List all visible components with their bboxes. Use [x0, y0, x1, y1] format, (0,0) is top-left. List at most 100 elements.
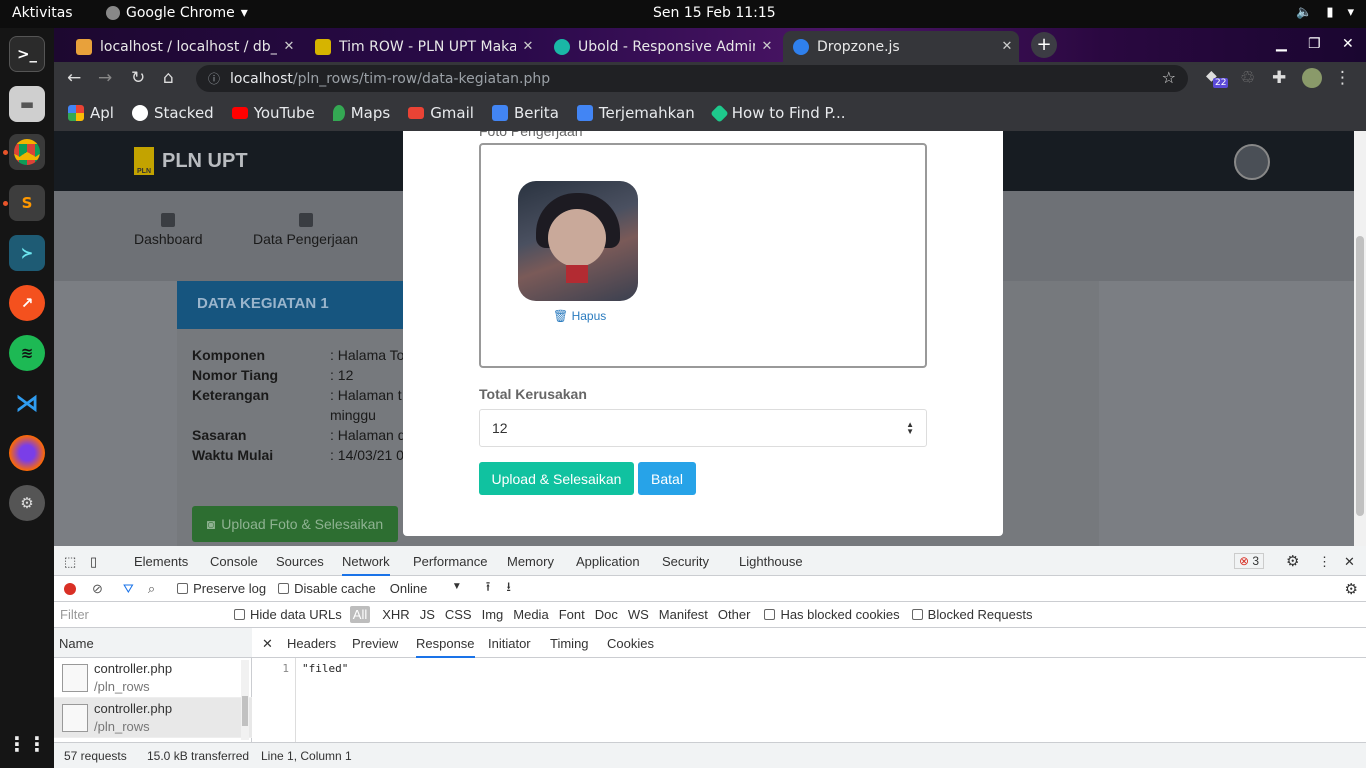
clock[interactable]: Sen 15 Feb 11:15 [653, 5, 776, 21]
maximize-icon[interactable]: ❐ [1308, 36, 1321, 52]
chrome-dock-icon[interactable] [9, 134, 45, 170]
tab-ubold[interactable]: Ubold - Responsive Admin ✕ [544, 31, 779, 62]
remove-photo-link[interactable]: 🗑 Hapus [553, 309, 606, 323]
devtools-tab-elements[interactable]: Elements [134, 554, 188, 569]
disable-cache-checkbox[interactable]: Disable cache [278, 581, 376, 596]
user-avatar[interactable] [1234, 144, 1270, 180]
search-icon[interactable]: ⌕ [148, 581, 155, 597]
type-filter-img[interactable]: Img [482, 607, 504, 622]
devtools-tab-lighthouse[interactable]: Lighthouse [739, 554, 803, 569]
devtools-tab-sources[interactable]: Sources [276, 554, 324, 569]
system-tray[interactable]: 🔈 ▮ ▾ [1296, 5, 1354, 20]
devtools-settings-icon[interactable]: ⚙ [1286, 552, 1299, 570]
clear-icon[interactable]: ⊘ [92, 581, 103, 597]
forward-icon[interactable]: → [98, 68, 112, 88]
number-spinner-icon[interactable]: ▲ ▼ [906, 421, 914, 436]
minimize-icon[interactable]: ▁ [1276, 36, 1287, 52]
sublime-text-icon[interactable]: S [9, 185, 45, 221]
bookmark-star-icon[interactable]: ☆ [1162, 68, 1176, 87]
request-list-scrollbar[interactable] [241, 660, 249, 740]
menu-dashboard[interactable]: Dashboard [134, 213, 203, 247]
type-filter-js[interactable]: JS [420, 607, 435, 622]
detail-tab-timing[interactable]: Timing [550, 636, 589, 651]
back-icon[interactable]: ← [67, 68, 81, 88]
type-filter-ws[interactable]: WS [628, 607, 649, 622]
type-filter-font[interactable]: Font [559, 607, 585, 622]
home-icon[interactable]: ⌂ [163, 68, 174, 88]
request-row-selected[interactable]: controller.php/pln_rows [54, 698, 252, 738]
extension-icon[interactable]: ◆ 22 [1206, 68, 1229, 88]
menu-data-pengerjaan[interactable]: Data Pengerjaan [253, 213, 358, 247]
upload-submit-button[interactable]: Upload & Selesaikan [479, 462, 634, 495]
type-filter-css[interactable]: CSS [445, 607, 472, 622]
devtools-tab-security[interactable]: Security [662, 554, 709, 569]
close-detail-icon[interactable]: ✕ [262, 636, 273, 652]
spotify-icon[interactable]: ≋ [9, 335, 45, 371]
type-filter-all[interactable]: All [349, 606, 371, 623]
total-kerusakan-input[interactable]: 12 ▲ ▼ [479, 409, 927, 447]
export-har-icon[interactable]: ⭳ [506, 578, 511, 600]
close-tab-icon[interactable]: ✕ [995, 39, 1019, 54]
terminal-icon[interactable]: >_ [9, 36, 45, 72]
devtools-menu-icon[interactable]: ⋮ [1318, 554, 1331, 570]
record-icon[interactable] [64, 582, 76, 595]
filter-icon[interactable]: ⛛ [123, 581, 134, 597]
name-column-header[interactable]: Name [54, 628, 252, 658]
devtools-tab-network[interactable]: Network [342, 554, 390, 576]
error-counter[interactable]: ⊗ 3 [1234, 553, 1265, 569]
settings-icon[interactable]: ⚙ [9, 485, 45, 521]
tab-tim-row[interactable]: Tim ROW - PLN UPT Makas ✕ [305, 31, 540, 62]
new-tab-icon[interactable]: + [1031, 32, 1057, 58]
firefox-icon[interactable] [9, 435, 45, 471]
inspect-element-icon[interactable]: ⬚ [64, 554, 76, 570]
detail-tab-response[interactable]: Response [416, 636, 475, 658]
remmina-icon[interactable]: ≻ [9, 235, 45, 271]
postman-icon[interactable]: ↗ [9, 285, 45, 321]
bookmark-apl[interactable]: Apl [68, 104, 114, 122]
blocked-cookies-checkbox[interactable]: Has blocked cookies [764, 607, 900, 622]
bookmark-terjemahkan[interactable]: Terjemahkan [576, 104, 695, 122]
reload-icon[interactable]: ↻ [131, 68, 145, 88]
devtools-tab-application[interactable]: Application [576, 554, 640, 569]
detail-tab-initiator[interactable]: Initiator [488, 636, 531, 651]
vscode-icon[interactable]: ⋊ [9, 385, 45, 421]
preserve-log-checkbox[interactable]: Preserve log [177, 581, 266, 596]
puzzle-extensions-icon[interactable]: ✚ [1272, 68, 1286, 88]
recycle-extension-icon[interactable]: ♲ [1240, 68, 1255, 88]
devtools-close-icon[interactable]: ✕ [1344, 554, 1355, 570]
response-text[interactable]: "filed" [302, 662, 348, 675]
network-settings-icon[interactable]: ⚙ [1345, 580, 1358, 598]
type-filter-doc[interactable]: Doc [595, 607, 618, 622]
devtools-tab-performance[interactable]: Performance [413, 554, 487, 569]
close-tab-icon[interactable]: ✕ [755, 39, 779, 54]
upload-photo-button[interactable]: ◙ Upload Foto & Selesaikan [192, 506, 398, 542]
activities-button[interactable]: Aktivitas [12, 5, 73, 21]
bookmark-berita[interactable]: Berita [491, 104, 559, 122]
close-tab-icon[interactable]: ✕ [516, 39, 540, 54]
page-scrollbar[interactable] [1354, 131, 1366, 546]
show-applications-icon[interactable]: ⋮⋮ [7, 726, 47, 762]
cancel-button[interactable]: Batal [638, 462, 696, 495]
close-window-icon[interactable]: ✕ [1342, 36, 1354, 52]
bookmark-how-to-find[interactable]: How to Find P... [710, 103, 846, 123]
filter-input[interactable]: Filter [60, 607, 220, 622]
app-menu[interactable]: Google Chrome ▾ [106, 5, 248, 21]
files-icon[interactable]: ▬ [9, 86, 45, 122]
tab-phpmyadmin[interactable]: localhost / localhost / db_ ✕ [66, 31, 301, 62]
type-filter-xhr[interactable]: XHR [382, 607, 409, 622]
devtools-tab-console[interactable]: Console [210, 554, 258, 569]
scrollbar-thumb[interactable] [1356, 236, 1364, 516]
site-brand[interactable]: PLN PLN UPT [134, 147, 248, 175]
bookmark-gmail[interactable]: Gmail [408, 104, 474, 122]
type-filter-other[interactable]: Other [718, 607, 751, 622]
profile-avatar[interactable] [1302, 68, 1322, 88]
bookmark-youtube[interactable]: YouTube [231, 104, 315, 122]
close-tab-icon[interactable]: ✕ [277, 39, 301, 54]
detail-tab-headers[interactable]: Headers [287, 636, 336, 651]
detail-tab-preview[interactable]: Preview [352, 636, 398, 651]
hide-data-urls-checkbox[interactable]: Hide data URLs [234, 607, 342, 622]
devtools-tab-memory[interactable]: Memory [507, 554, 554, 569]
chrome-menu-icon[interactable]: ⋮ [1334, 68, 1351, 88]
dropzone-area[interactable]: 🗑 Hapus [479, 143, 927, 368]
type-filter-media[interactable]: Media [513, 607, 548, 622]
